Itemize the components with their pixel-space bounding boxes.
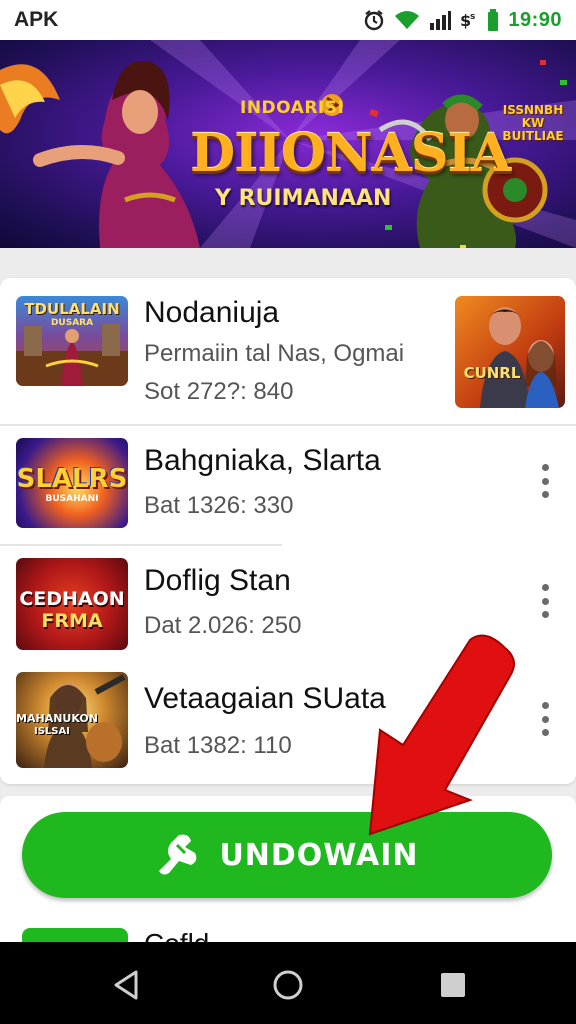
next-item-title[interactable]: Cofld... bbox=[144, 928, 233, 942]
alarm-icon bbox=[365, 10, 384, 31]
app-meta: Bat 1326: 330 bbox=[144, 492, 294, 519]
thumbnail-subtitle: DUSARA bbox=[50, 318, 94, 328]
app-title: Bahgniaka, Slarta bbox=[144, 444, 381, 477]
app-title: Doflig Stan bbox=[144, 564, 291, 597]
banner-title: DIIONASIA bbox=[190, 123, 511, 184]
app-subtitle: Permaiin tal Nas, Ogmai bbox=[144, 340, 405, 367]
app-title: Vetaagaian SUata bbox=[144, 682, 386, 715]
banner-subtitle: Y RUIMANAAN bbox=[215, 186, 392, 211]
app-title: Nodaniuja bbox=[144, 296, 280, 329]
status-icons: $ s 19:90 bbox=[363, 9, 562, 32]
banner-right-line2: BUITLIAE bbox=[502, 129, 564, 143]
thumbnail-subtitle: FRMA bbox=[41, 610, 103, 632]
signal-icon bbox=[430, 11, 452, 30]
thumbnail-subtitle: BUSAHANI bbox=[45, 494, 99, 504]
banner-right-text: ISSNNBH KW BUITLIAE bbox=[498, 104, 568, 143]
thumbnail-subtitle: ISLSAI bbox=[34, 726, 70, 737]
app-meta: Sot 272?: 840 bbox=[144, 378, 294, 405]
app-thumbnail: CEDHAON FRMA bbox=[16, 558, 128, 650]
app-thumbnail: MAHANUKON ISLSAI bbox=[16, 672, 128, 768]
featured-thumbnail-text: CUNRL bbox=[463, 364, 521, 382]
overflow-menu-icon[interactable] bbox=[536, 702, 554, 736]
navigation-bar bbox=[0, 942, 576, 1024]
wifi-icon bbox=[395, 11, 420, 29]
featured-thumbnail[interactable]: CUNRL bbox=[455, 296, 565, 408]
status-time: 19:90 bbox=[508, 8, 562, 31]
list-item[interactable]: MAHANUKON ISLSAI Vetaagaian SUata Bat 13… bbox=[0, 666, 576, 784]
promo-banner[interactable]: INDOARISI DIIONASIA Y RUIMANAAN ISSNNBH … bbox=[0, 40, 576, 248]
overflow-menu-icon[interactable] bbox=[536, 464, 554, 498]
download-hand-icon bbox=[159, 834, 197, 875]
overflow-menu-icon[interactable] bbox=[536, 584, 554, 618]
data-icon: $ s bbox=[460, 11, 475, 30]
svg-text:s: s bbox=[470, 12, 475, 22]
home-icon[interactable] bbox=[271, 968, 305, 1002]
app-thumbnail: TDULALAIN DUSARA bbox=[16, 296, 128, 386]
app-meta: Bat 1382: 110 bbox=[144, 732, 292, 759]
download-button[interactable]: UNDOWAIN bbox=[22, 812, 552, 898]
recents-icon[interactable] bbox=[436, 968, 470, 1002]
banner-right-line1: ISSNNBH KW bbox=[502, 103, 564, 130]
banner-small-text: INDOARISI bbox=[240, 98, 345, 118]
app-list: TDULALAIN DUSARA Nodaniuja Permaiin tal … bbox=[0, 278, 576, 784]
thumbnail-title: MAHANUKON bbox=[16, 712, 98, 725]
thumbnail-title: SLALRS bbox=[16, 464, 128, 494]
list-item[interactable]: TDULALAIN DUSARA Nodaniuja Permaiin tal … bbox=[0, 278, 576, 424]
thumbnail-title: CEDHAON bbox=[19, 588, 125, 610]
download-label: UNDOWAIN bbox=[219, 837, 419, 873]
thumbnail-title: TDULALAIN bbox=[24, 300, 120, 318]
list-item[interactable]: SLALRS BUSAHANI Bahgniaka, Slarta Bat 13… bbox=[0, 426, 576, 544]
status-bar: APK $ s 19:90 bbox=[0, 0, 576, 40]
app-thumbnail: SLALRS BUSAHANI bbox=[16, 438, 128, 528]
app-meta: Dat 2.026: 250 bbox=[144, 612, 302, 639]
list-item[interactable]: CEDHAON FRMA Doflig Stan Dat 2.026: 250 bbox=[0, 546, 576, 664]
back-icon[interactable] bbox=[110, 968, 144, 1002]
status-app-label: APK bbox=[14, 8, 59, 31]
battery-icon bbox=[488, 9, 499, 31]
